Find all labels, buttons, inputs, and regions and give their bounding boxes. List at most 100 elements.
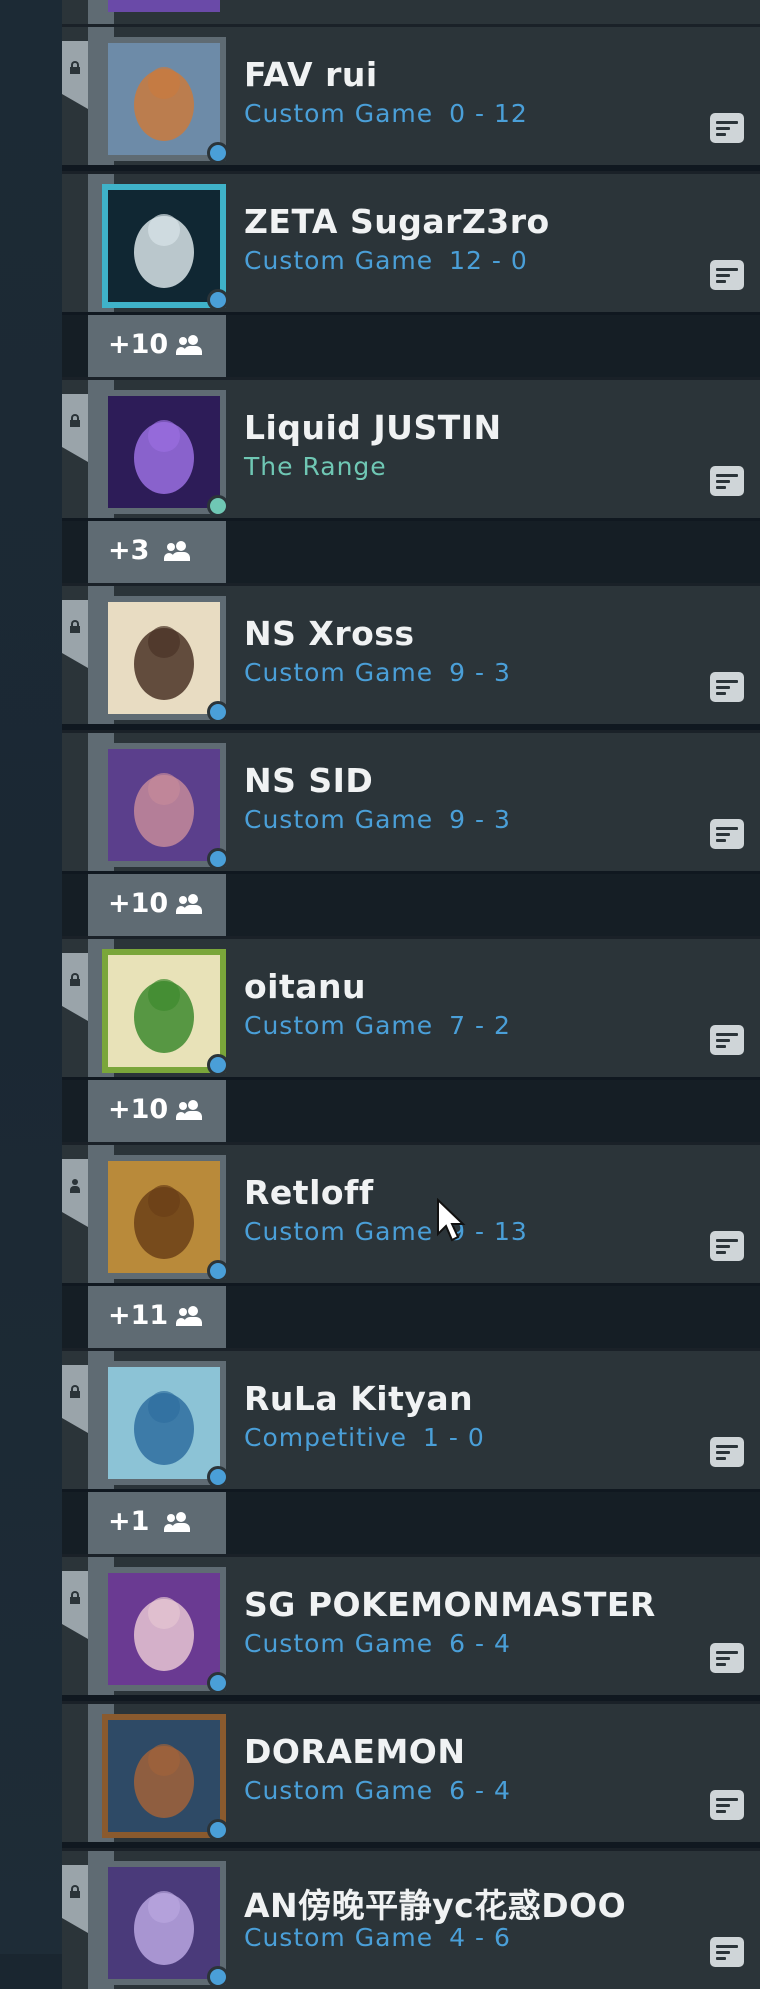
party-count-pill[interactable]: +1 (88, 1492, 226, 1554)
rail-tab (62, 953, 88, 1021)
note-icon[interactable] (710, 260, 744, 290)
note-icon[interactable] (710, 466, 744, 496)
match-score: 4 - 6 (449, 1923, 511, 1952)
hooded-girl-avatar (108, 749, 220, 861)
note-icon[interactable] (710, 1790, 744, 1820)
friend-row-10[interactable]: DORAEMON Custom Game 6 - 4 (62, 1701, 760, 1842)
note-icon[interactable] (710, 1025, 744, 1055)
person-icon (70, 1179, 80, 1193)
player-status: Competitive 1 - 0 (244, 1423, 485, 1452)
game-mode: Custom Game (244, 1776, 434, 1805)
lock-icon (70, 1885, 80, 1898)
avatar-image (108, 396, 220, 508)
player-status: Custom Game 0 - 12 (244, 99, 528, 128)
note-icon[interactable] (710, 1437, 744, 1467)
avatar-image (108, 749, 220, 861)
golden-hero-avatar (108, 1161, 220, 1273)
player-status: The Range (244, 452, 403, 481)
party-count-pill[interactable]: +10 (88, 315, 226, 377)
avatar-frame[interactable] (102, 596, 229, 723)
avatar-image (108, 1367, 220, 1479)
ornate-avatar (108, 602, 220, 714)
player-name: Retloff (244, 1173, 374, 1212)
avatar-frame[interactable] (102, 1714, 229, 1841)
note-icon[interactable] (710, 1231, 744, 1261)
player-status: Custom Game 4 - 6 (244, 1923, 511, 1952)
game-mode: Custom Game (244, 246, 434, 275)
fox-avatar (108, 43, 220, 155)
friend-row-6[interactable]: oitanu Custom Game 7 - 2 (62, 936, 760, 1077)
party-group-row-1[interactable]: +10 (62, 315, 760, 377)
friends-list: FAV rui Custom Game 0 - 12 ZETA SugarZ3ro… (62, 0, 760, 1989)
match-score: 0 - 12 (449, 99, 528, 128)
friend-row-3[interactable]: Liquid JUSTIN The Range (62, 377, 760, 518)
avatar-frame[interactable] (102, 390, 229, 517)
party-group-row-5[interactable]: +11 (62, 1286, 760, 1348)
party-group-row-3[interactable]: +10 (62, 874, 760, 936)
party-count-pill[interactable]: +10 (88, 1080, 226, 1142)
online-status-dot (207, 701, 229, 723)
friend-row-11[interactable]: AN傍晚平静yc花惑DOO Custom Game 4 - 6 (62, 1848, 760, 1989)
player-status: Custom Game 9 - 13 (244, 1217, 528, 1246)
player-status: Custom Game 6 - 4 (244, 1776, 511, 1805)
note-icon[interactable] (710, 819, 744, 849)
player-status: Custom Game 9 - 3 (244, 658, 511, 687)
lock-icon (70, 973, 80, 986)
lock-icon (70, 61, 80, 74)
partial-row-top (62, 0, 760, 24)
party-count: +3 (108, 535, 150, 566)
avatar-frame[interactable] (102, 1567, 229, 1694)
avatar-image (108, 43, 220, 155)
match-score: 9 - 3 (449, 805, 511, 834)
avatar-frame[interactable] (102, 1361, 229, 1488)
online-status-dot (207, 289, 229, 311)
match-score: 1 - 0 (423, 1423, 485, 1452)
player-name: NS SID (244, 761, 374, 800)
friend-row-5[interactable]: NS SID Custom Game 9 - 3 (62, 730, 760, 871)
friend-row-4[interactable]: NS Xross Custom Game 9 - 3 (62, 583, 760, 724)
party-count-pill[interactable]: +10 (88, 874, 226, 936)
note-icon[interactable] (710, 672, 744, 702)
lock-icon (70, 1591, 80, 1604)
online-status-dot (207, 1966, 229, 1988)
game-mode: Custom Game (244, 1011, 434, 1040)
rail-tab (62, 1159, 88, 1227)
rail-tab (62, 41, 88, 109)
avatar-frame[interactable] (102, 37, 229, 164)
friend-row-7[interactable]: Retloff Custom Game 9 - 13 (62, 1142, 760, 1283)
friend-row-9[interactable]: SG POKEMONMASTER Custom Game 6 - 4 (62, 1554, 760, 1695)
game-mode: Custom Game (244, 1923, 434, 1952)
mouse-cursor-icon (437, 1198, 466, 1242)
player-name: oitanu (244, 967, 367, 1006)
player-name: AN傍晚平静yc花惑DOO (244, 1886, 627, 1925)
avatar-image (108, 1867, 220, 1979)
lock-icon (70, 620, 80, 633)
friend-row-2[interactable]: ZETA SugarZ3ro Custom Game 12 - 0 (62, 171, 760, 312)
friend-row-1[interactable]: FAV rui Custom Game 0 - 12 (62, 24, 760, 165)
rail-tab (62, 1865, 88, 1933)
player-status: Custom Game 6 - 4 (244, 1629, 511, 1658)
avatar-frame[interactable] (102, 184, 229, 311)
friend-row-8[interactable]: RuLa Kityan Competitive 1 - 0 (62, 1348, 760, 1489)
avatar-frame[interactable] (102, 743, 229, 870)
party-count-pill[interactable]: +11 (88, 1286, 226, 1348)
crystal-avatar (108, 396, 220, 508)
party-group-row-2[interactable]: +3 (62, 521, 760, 583)
player-status: Custom Game 12 - 0 (244, 246, 528, 275)
note-icon[interactable] (710, 1643, 744, 1673)
party-members-icon (176, 894, 206, 916)
party-members-icon (164, 1512, 194, 1534)
partial-avatar (108, 0, 220, 12)
note-icon[interactable] (710, 1937, 744, 1967)
avatar-frame[interactable] (102, 1155, 229, 1282)
avatar-frame[interactable] (102, 949, 229, 1076)
party-count-pill[interactable]: +3 (88, 521, 226, 583)
avatar-frame[interactable] (102, 1861, 229, 1988)
note-icon[interactable] (710, 113, 744, 143)
party-group-row-6[interactable]: +1 (62, 1492, 760, 1554)
match-score: 9 - 3 (449, 658, 511, 687)
online-status-dot (207, 1466, 229, 1488)
online-status-dot (207, 848, 229, 870)
party-members-icon (176, 1100, 206, 1122)
party-group-row-4[interactable]: +10 (62, 1080, 760, 1142)
